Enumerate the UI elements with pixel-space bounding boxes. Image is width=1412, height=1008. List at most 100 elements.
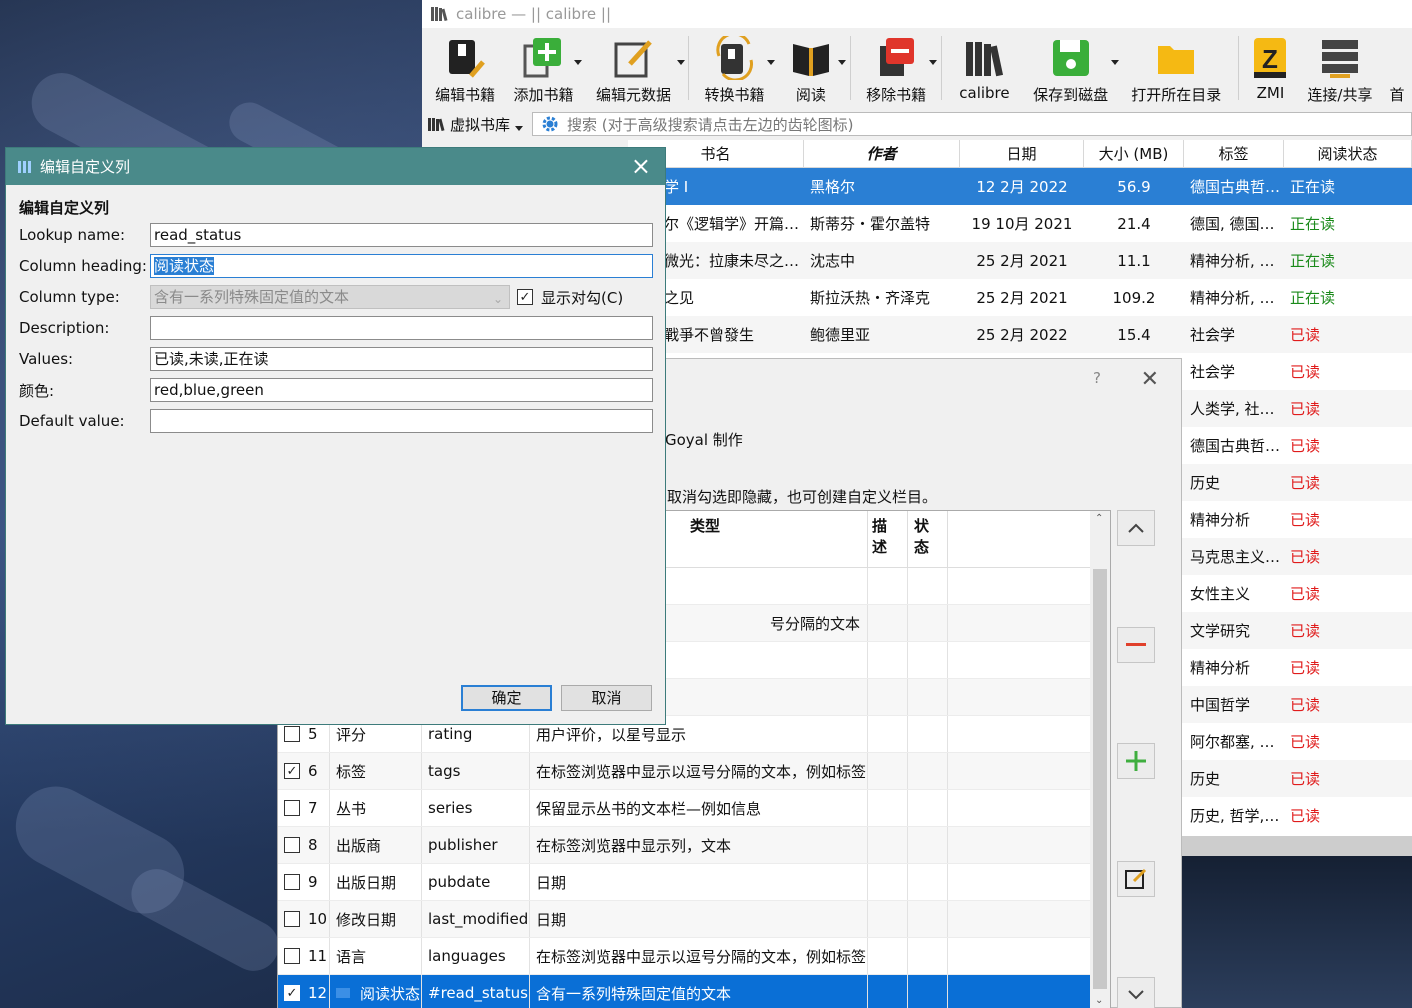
column-desc-cell xyxy=(868,679,908,715)
description-field[interactable] xyxy=(150,316,653,340)
toolbar-button-edit-metadata[interactable]: 编辑元数据 xyxy=(583,28,685,108)
toolbar-button-label: 移除书籍 xyxy=(866,86,927,104)
ok-button[interactable]: 确定 xyxy=(461,685,552,711)
book-cell-tags: 精神分析, … xyxy=(1190,252,1275,270)
toolbar-button-convert-book[interactable]: 转换书籍 xyxy=(693,28,776,108)
column-type: 在标签浏览器中显示以逗号分隔的文本，例如标签 xyxy=(530,753,868,789)
column-type-select[interactable]: 含有一系列特殊固定值的文本 ⌄ xyxy=(150,285,510,309)
values-field[interactable]: 已读,未读,正在读 xyxy=(150,347,653,371)
edit-column-button[interactable] xyxy=(1117,861,1155,897)
search-input[interactable]: 搜索 (对于高级搜索请点击左边的齿轮图标) xyxy=(532,112,1412,136)
book-cell-size: 15.4 xyxy=(1117,325,1151,344)
column-name: 出版商 xyxy=(330,827,422,863)
home-icon xyxy=(1375,36,1412,80)
toolbar-button-label: 转换书籍 xyxy=(704,86,765,104)
book-cell-status: 已读 xyxy=(1290,733,1321,751)
help-button[interactable]: ? xyxy=(1093,369,1101,387)
checkbox-checked[interactable]: ✓ xyxy=(284,763,300,779)
colors-field[interactable]: red,blue,green xyxy=(150,378,653,402)
values-row: Values: 已读,未读,正在读 xyxy=(19,347,659,371)
book-cell-tags: 德国古典哲… xyxy=(1190,437,1281,455)
checkbox-checked[interactable]: ✓ xyxy=(517,289,533,305)
toolbar-button-calibre-library[interactable]: calibre xyxy=(946,28,1022,108)
book-table-header: 书名 作者 日期 大小 (MB) 标签 阅读状态 xyxy=(628,140,1412,168)
add-column-button[interactable] xyxy=(1117,743,1155,779)
virtual-library-button[interactable]: 虚拟书库 xyxy=(422,114,532,135)
chevron-down-icon[interactable] xyxy=(767,60,776,65)
column-header-size[interactable]: 大小 (MB) xyxy=(1084,140,1184,167)
column-header-read-status[interactable]: 阅读状态 xyxy=(1284,140,1412,167)
column-status-cell xyxy=(908,605,948,641)
toolbar-button-save-to-disk[interactable]: 保存到磁盘 xyxy=(1023,28,1119,108)
toolbar-button-label: 编辑元数据 xyxy=(596,86,672,104)
toolbar-button-zmi[interactable]: Z ZMI xyxy=(1243,28,1298,108)
chevron-down-icon xyxy=(1128,990,1144,1000)
column-status-cell xyxy=(908,568,948,604)
scroll-up-icon[interactable]: ⌃ xyxy=(1095,513,1103,524)
toolbar-button-add-book[interactable]: 添加书籍 xyxy=(504,28,583,108)
column-row[interactable]: ✓ 6 标签 tags 在标签浏览器中显示以逗号分隔的文本，例如标签 xyxy=(278,753,1110,790)
checkbox-unchecked[interactable] xyxy=(284,726,300,742)
default-value-field[interactable] xyxy=(150,409,653,433)
toolbar-button-remove-book[interactable]: 移除书籍 xyxy=(855,28,938,108)
toolbar-separator xyxy=(941,36,943,100)
column-name-text: 丛书 xyxy=(336,799,367,818)
chevron-down-icon[interactable] xyxy=(837,60,846,65)
toolbar-button-read-book[interactable]: 阅读 xyxy=(776,28,846,108)
column-name: 丛书 xyxy=(330,790,422,826)
checkbox-unchecked[interactable] xyxy=(284,911,300,927)
toolbar-button-home[interactable]: 首 xyxy=(1382,28,1412,108)
book-row[interactable]: 视差之见斯拉沃热・齐泽克25 2月 2021109.2精神分析, …正在读 xyxy=(628,279,1412,316)
chevron-down-icon[interactable] xyxy=(574,60,583,65)
checkbox-unchecked[interactable] xyxy=(284,837,300,853)
column-header-author[interactable]: 作者 xyxy=(804,140,960,167)
lookup-name-field[interactable]: read_status xyxy=(150,223,653,247)
chevron-down-icon[interactable] xyxy=(676,60,685,65)
column-header-date[interactable]: 日期 xyxy=(960,140,1084,167)
checkbox-unchecked[interactable] xyxy=(284,948,300,964)
toolbar-button-folder[interactable]: 打开所在目录 xyxy=(1119,28,1235,108)
column-desc-cell xyxy=(868,827,908,863)
column-header-tags[interactable]: 标签 xyxy=(1184,140,1284,167)
column-row-number: ✓ 6 xyxy=(278,753,330,789)
column-row[interactable]: 10 修改日期 last_modified 日期 xyxy=(278,901,1110,938)
checkbox-checked[interactable]: ✓ xyxy=(284,985,300,1001)
folder-icon xyxy=(1154,36,1198,80)
column-row[interactable]: 11 语言 languages 在标签浏览器中显示以逗号分隔的文本，例如标签 xyxy=(278,938,1110,975)
show-checkmarks-checkbox[interactable]: ✓ 显示对勾(C) xyxy=(517,287,623,308)
column-row[interactable]: 7 丛书 series 保留显示丛书的文本栏—例如信息 xyxy=(278,790,1110,827)
column-heading-value: 阅读状态 xyxy=(154,257,215,275)
scrollbar-thumb[interactable] xyxy=(1093,569,1107,989)
move-up-button[interactable] xyxy=(1117,510,1155,546)
column-row[interactable]: ✓ 12 阅读状态 #read_status 含有一系列特殊固定值的文本 xyxy=(278,975,1110,1008)
close-icon[interactable]: × xyxy=(631,152,651,180)
chevron-down-icon[interactable] xyxy=(1110,60,1119,65)
remove-column-button[interactable] xyxy=(1117,627,1155,663)
column-row[interactable]: 8 出版商 publisher 在标签浏览器中显示列，文本 xyxy=(278,827,1110,864)
plugin-credit: Goyal 制作 xyxy=(665,431,743,449)
book-row[interactable]: 永夜微光：拉康未尽之… 沈志中 25 2月 2021 11.1 精神分析, … 正在读 xyxy=(628,242,1412,279)
book-cell-tags: 人类学, 社… xyxy=(1190,400,1275,418)
toolbar-button-connect-share[interactable]: 连接/共享 xyxy=(1298,28,1382,108)
chevron-down-icon[interactable] xyxy=(929,60,938,65)
book-row[interactable]: 黑格尔《逻辑学》开篇… 斯蒂芬・霍尔盖特 19 10月 2021 21.4 德国, 德国… xyxy=(628,205,1412,242)
column-heading-field[interactable]: 阅读状态 xyxy=(150,254,653,278)
cancel-button[interactable]: 取消 xyxy=(561,685,652,711)
show-checkmarks-label: 显示对勾(C) xyxy=(541,288,624,307)
column-header-desc[interactable]: 描述 xyxy=(868,511,908,567)
vertical-scrollbar[interactable]: ⌃ ⌄ xyxy=(1090,511,1110,1008)
column-row[interactable]: 9 出版日期 pubdate 日期 xyxy=(278,864,1110,901)
horizontal-scrollbar[interactable] xyxy=(1178,836,1412,856)
checkbox-unchecked[interactable] xyxy=(284,874,300,890)
book-cell-tags: 精神分析 xyxy=(1190,659,1251,677)
toolbar-button-edit-book[interactable]: 编辑书籍 xyxy=(426,28,504,108)
move-down-button[interactable] xyxy=(1117,977,1155,1008)
gear-icon[interactable] xyxy=(541,115,559,133)
book-row[interactable]: 波濤戰爭不曾發生 鲍德里亚 25 2月 2022 15.4 社会学 已读 xyxy=(628,316,1412,353)
checkbox-unchecked[interactable] xyxy=(284,800,300,816)
desktop-background-strip xyxy=(1178,856,1412,1008)
close-icon[interactable]: ✕ xyxy=(1141,367,1159,392)
column-header-status[interactable]: 状态 xyxy=(908,511,948,567)
scroll-down-icon[interactable]: ⌄ xyxy=(1095,995,1103,1006)
book-row[interactable]: 逻辑学 I黑格尔12 2月 202256.9德国古典哲…正在读 xyxy=(628,168,1412,205)
